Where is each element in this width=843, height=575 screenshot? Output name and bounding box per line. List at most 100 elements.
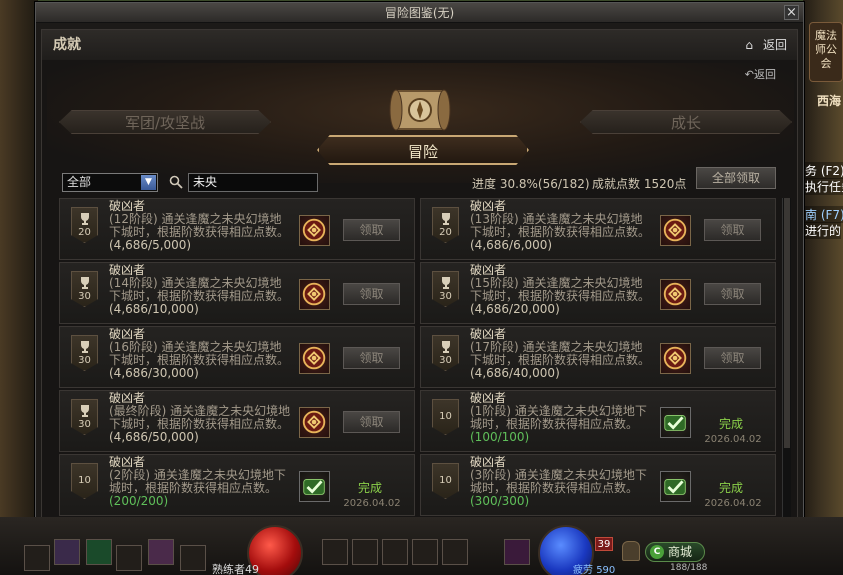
achievement-card[interactable]: 30 破凶者 (最终阶段) 通关逢魔之未央幻境地下城时，根据阶数获得相应点数。 (4,… xyxy=(59,390,415,452)
emblem-icon xyxy=(302,410,326,434)
tab-growth[interactable]: 成长 xyxy=(580,110,792,134)
fatigue-label-text: 疲劳 xyxy=(573,565,593,575)
quickslot-5[interactable] xyxy=(148,539,174,565)
achievement-card[interactable]: 30 破凶者 (17阶段) 通关逢魔之未央幻境地下城时，根据阶数获得相应点数。 (4,… xyxy=(420,326,776,388)
progress-text: 进度 30.8%(56/182) xyxy=(472,177,590,191)
claim-button[interactable]: 领取 xyxy=(343,347,400,369)
area-label: 西海 xyxy=(817,94,842,108)
quest-hotkey-2[interactable]: 南 (F7) xyxy=(805,206,843,223)
bell-icon[interactable] xyxy=(622,541,640,561)
quest-text-2: 进行的 xyxy=(805,222,842,239)
search-input[interactable]: 未央 xyxy=(188,173,318,192)
tab-adventure[interactable]: 冒险 xyxy=(317,135,529,165)
achievement-desc: (2阶段) 通关逢魔之未央幻境地下城时，根据阶数获得相应点数。 xyxy=(109,468,286,495)
skill-slot-6[interactable] xyxy=(504,539,530,565)
scrollbar-thumb[interactable] xyxy=(784,198,790,448)
quickslot-3[interactable] xyxy=(86,539,112,565)
claim-button[interactable]: 领取 xyxy=(704,219,761,241)
skill-slot-4[interactable] xyxy=(412,539,438,565)
achievement-card[interactable]: 20 破凶者 (12阶段) 通关逢魔之未央幻境地下城时，根据阶数获得相应点数。 (4,… xyxy=(59,198,415,260)
header-back-label[interactable]: 返回 xyxy=(763,38,787,52)
achievement-card[interactable]: 30 破凶者 (15阶段) 通关逢魔之未央幻境地下城时，根据阶数获得相应点数。 (4,… xyxy=(420,262,776,324)
stage-back-button[interactable]: ↶返回 xyxy=(745,66,776,82)
emblem-icon xyxy=(663,346,687,370)
reward-icon xyxy=(299,407,330,438)
points-badge: 20 xyxy=(71,207,98,243)
trophy-icon xyxy=(81,405,89,417)
emblem-icon xyxy=(302,218,326,242)
claim-all-button[interactable]: 全部领取 xyxy=(696,167,776,189)
home-icon[interactable]: ⌂ xyxy=(745,38,753,52)
skill-slot-5[interactable] xyxy=(442,539,468,565)
shop-label: 商城 xyxy=(668,545,693,559)
emblem-icon xyxy=(302,346,326,370)
achievement-card[interactable]: 10 破凶者 (1阶段) 通关逢魔之未央幻境地下城时，根据阶数获得相应点数。 (100… xyxy=(420,390,776,452)
achievement-text: 破凶者 (13阶段) 通关逢魔之未央幻境地下城时，根据阶数获得相应点数。 (4,68… xyxy=(470,200,652,252)
quest-text-1: 执行任务 xyxy=(805,178,843,195)
achievement-card[interactable]: 10 破凶者 (2阶段) 通关逢魔之未央幻境地下城时，根据阶数获得相应点数。 (200… xyxy=(59,454,415,516)
dropdown-arrow-icon[interactable]: ▼ xyxy=(141,175,156,190)
points-value: 10 xyxy=(439,475,452,486)
reward-icon xyxy=(660,279,691,310)
completed-date: 2026.04.02 xyxy=(704,434,762,445)
coin-icon: C xyxy=(650,545,664,559)
skill-slot-3[interactable] xyxy=(382,539,408,565)
quickslot-1[interactable] xyxy=(24,545,50,571)
trophy-icon xyxy=(81,341,89,353)
points-badge: 30 xyxy=(71,335,98,371)
left-scenery xyxy=(0,0,38,530)
quest-hotkey-1[interactable]: 务 (F2) xyxy=(805,162,843,179)
achievement-desc: (1阶段) 通关逢魔之未央幻境地下城时，根据阶数获得相应点数。 xyxy=(470,404,647,431)
trophy-icon xyxy=(81,277,89,289)
fatigue-value: 590 xyxy=(596,565,616,575)
fatigue-bar-text: 188/188 xyxy=(670,563,708,573)
reward-icon xyxy=(299,279,330,310)
achievement-progress: (4,686/6,000) xyxy=(470,238,553,252)
achievement-text: 破凶者 (17阶段) 通关逢魔之未央幻境地下城时，根据阶数获得相应点数。 (4,68… xyxy=(470,328,652,380)
character-label: 熟练者49 xyxy=(212,563,259,575)
points-value: 20 xyxy=(439,227,452,238)
claim-button[interactable]: 领取 xyxy=(343,219,400,241)
quickslot-4[interactable] xyxy=(116,545,142,571)
scroll-compass-icon xyxy=(389,89,451,131)
achievement-progress: (4,686/50,000) xyxy=(109,430,199,444)
header-back-button[interactable]: ⌂ 返回 xyxy=(745,30,787,60)
emblem-icon xyxy=(663,282,687,306)
list-scrollbar[interactable] xyxy=(782,198,791,519)
bottom-hud: 39 熟练者49 疲劳 590 C 商城 188/188 xyxy=(0,517,843,575)
achievement-card[interactable]: 20 破凶者 (13阶段) 通关逢魔之未央幻境地下城时，根据阶数获得相应点数。 (4,… xyxy=(420,198,776,260)
achievement-progress: (4,686/30,000) xyxy=(109,366,199,380)
points-badge: 10 xyxy=(71,463,98,499)
achievement-card[interactable]: 30 破凶者 (14阶段) 通关逢魔之未央幻境地下城时，根据阶数获得相应点数。 (4,… xyxy=(59,262,415,324)
completed-label: 完成 xyxy=(718,481,743,495)
achievement-card[interactable]: 30 破凶者 (16阶段) 通关逢魔之未央幻境地下城时，根据阶数获得相应点数。 (4,… xyxy=(59,326,415,388)
points-badge: 10 xyxy=(432,399,459,435)
achievement-text: 破凶者 (12阶段) 通关逢魔之未央幻境地下城时，根据阶数获得相应点数。 (4,68… xyxy=(109,200,291,252)
reward-icon xyxy=(660,343,691,374)
achievement-text: 破凶者 (14阶段) 通关逢魔之未央幻境地下城时，根据阶数获得相应点数。 (4,68… xyxy=(109,264,291,316)
quickslot-6[interactable] xyxy=(180,545,206,571)
quickslot-2[interactable] xyxy=(54,539,80,565)
claim-button[interactable]: 领取 xyxy=(343,411,400,433)
category-select[interactable]: 全部 ▼ xyxy=(62,173,158,192)
window-title: 冒险图鉴(无) xyxy=(384,6,455,20)
checkmark-icon xyxy=(664,479,686,495)
claim-button[interactable]: 领取 xyxy=(343,283,400,305)
points-badge: 20 xyxy=(432,207,459,243)
tab-legion-raid[interactable]: 军团/攻坚战 xyxy=(59,110,271,134)
guild-sign[interactable]: 魔法师公会 xyxy=(809,22,843,82)
window-titlebar[interactable]: 冒险图鉴(无) × xyxy=(36,3,803,23)
achievement-desc: (3阶段) 通关逢魔之未央幻境地下城时，根据阶数获得相应点数。 xyxy=(470,468,647,495)
skill-slot-2[interactable] xyxy=(352,539,378,565)
claim-button[interactable]: 领取 xyxy=(704,283,761,305)
achievement-card[interactable]: 10 破凶者 (3阶段) 通关逢魔之未央幻境地下城时，根据阶数获得相应点数。 (300… xyxy=(420,454,776,516)
checkmark-icon xyxy=(664,415,686,431)
points-value: 30 xyxy=(439,355,452,366)
undo-icon: ↶ xyxy=(744,68,754,81)
trophy-icon xyxy=(442,341,450,353)
claim-button[interactable]: 领取 xyxy=(704,347,761,369)
achievement-text: 破凶者 (15阶段) 通关逢魔之未央幻境地下城时，根据阶数获得相应点数。 (4,68… xyxy=(470,264,652,316)
skill-slot-1[interactable] xyxy=(322,539,348,565)
close-button[interactable]: × xyxy=(784,5,799,20)
shop-button[interactable]: C 商城 xyxy=(645,542,705,562)
